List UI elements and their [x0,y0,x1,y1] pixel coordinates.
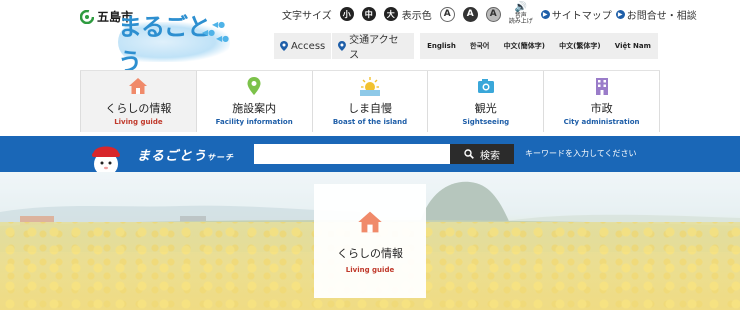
nav-item-facility[interactable]: 施設案内 Facility information [196,71,313,132]
nav-label-jp: 市政 [590,102,613,115]
featured-living-guide-card[interactable]: くらしの情報 Living guide [314,184,426,298]
speech-button[interactable]: 🔊 音声 読み上げ [509,3,533,25]
font-size-large-button[interactable]: 大 [383,7,398,21]
search-button[interactable]: 検索 [450,144,514,164]
nav-item-island-pride[interactable]: しま自慢 Boast of the island [312,71,429,132]
nav-label-en: City administration [563,118,640,126]
fish-icon: ◀● [216,34,230,43]
search-title-main: まるごとう [137,149,208,164]
nav-label-jp: くらしの情報 [105,102,172,115]
lang-vietnamese-link[interactable]: Việt Nam [615,42,651,50]
nav-label-en: Sightseeing [462,118,510,126]
feature-label-en: Living guide [345,265,395,274]
font-size-medium-button[interactable]: 中 [361,7,376,21]
color-black-button[interactable]: A [462,6,478,22]
access-link[interactable]: Access [274,33,331,59]
lang-english-link[interactable]: English [427,42,456,50]
sunrise-icon [359,77,380,96]
logo-title: まるごとう ◀● ◀● ◀● [118,13,230,76]
font-size-small-button[interactable]: 小 [339,7,354,21]
transport-label: 交通アクセス [349,35,399,61]
map-pin-icon [280,41,288,51]
nav-label-jp: 施設案内 [232,102,277,115]
site-logo[interactable]: 五島市 まるごとう ◀● ◀● ◀● [80,8,230,76]
transport-access-link[interactable]: 交通アクセス [331,33,414,61]
lang-korean-link[interactable]: 한국어 [470,41,489,51]
nav-label-jp: 観光 [474,102,497,115]
nav-label-en: Boast of the island [332,118,408,126]
arrow-right-icon: ▶ [615,9,625,19]
color-gray-button[interactable]: A [485,6,501,22]
search-title: まるごとうサーチ [137,145,234,164]
arrow-right-icon: ▶ [540,9,550,19]
utility-row: 文字サイズ 小 中 大 表示色 A A A 🔊 音声 読み上げ ▶ サイトマップ… [282,3,697,25]
map-pin-icon [338,41,347,51]
nav-item-city-admin[interactable]: 市政 City administration [544,71,660,132]
goto-city-mark-icon [80,9,94,24]
contact-label: お問合せ・相談 [626,10,697,22]
sitemap-link[interactable]: ▶ サイトマップ [540,7,612,22]
language-selector: English 한국어 中文(簡体字) 中文(繁体字) Việt Nam [420,33,658,59]
color-white-button[interactable]: A [439,6,455,22]
search-icon [464,149,474,159]
camera-icon [477,79,494,93]
nav-label-jp: しま自慢 [347,102,392,115]
search-hint: キーワードを入力してください [525,149,637,158]
feature-label-jp: くらしの情報 [337,246,403,260]
font-size-label: 文字サイズ [282,10,332,22]
search-button-label: 検索 [480,150,500,162]
color-label: 表示色 [401,10,432,22]
speech-label-2: 読み上げ [508,18,533,25]
house-icon [358,211,382,232]
access-box: Access 交通アクセス [274,33,414,61]
search-title-sub: サーチ [207,153,235,162]
global-nav: くらしの情報 Living guide 施設案内 Facility inform… [80,70,660,132]
lang-chinese-traditional-link[interactable]: 中文(繁体字) [559,41,600,51]
house-icon [129,78,148,94]
sitemap-label: サイトマップ [551,10,612,22]
contact-link[interactable]: ▶ お問合せ・相談 [615,7,697,22]
nav-item-sightseeing[interactable]: 観光 Sightseeing [428,71,545,132]
access-label: Access [291,40,326,52]
map-pin-icon [247,77,261,95]
nav-label-en: Facility information [215,118,293,126]
nav-label-en: Living guide [114,118,163,126]
site-header: 五島市 まるごとう ◀● ◀● ◀● 文字サイズ 小 中 大 表示色 A A A… [0,0,740,76]
fish-icon: ◀● [202,28,216,37]
nav-item-living-guide[interactable]: くらしの情報 Living guide [80,71,197,132]
search-input[interactable] [254,144,450,164]
lang-chinese-simplified-link[interactable]: 中文(簡体字) [504,41,545,51]
building-icon [595,78,608,95]
